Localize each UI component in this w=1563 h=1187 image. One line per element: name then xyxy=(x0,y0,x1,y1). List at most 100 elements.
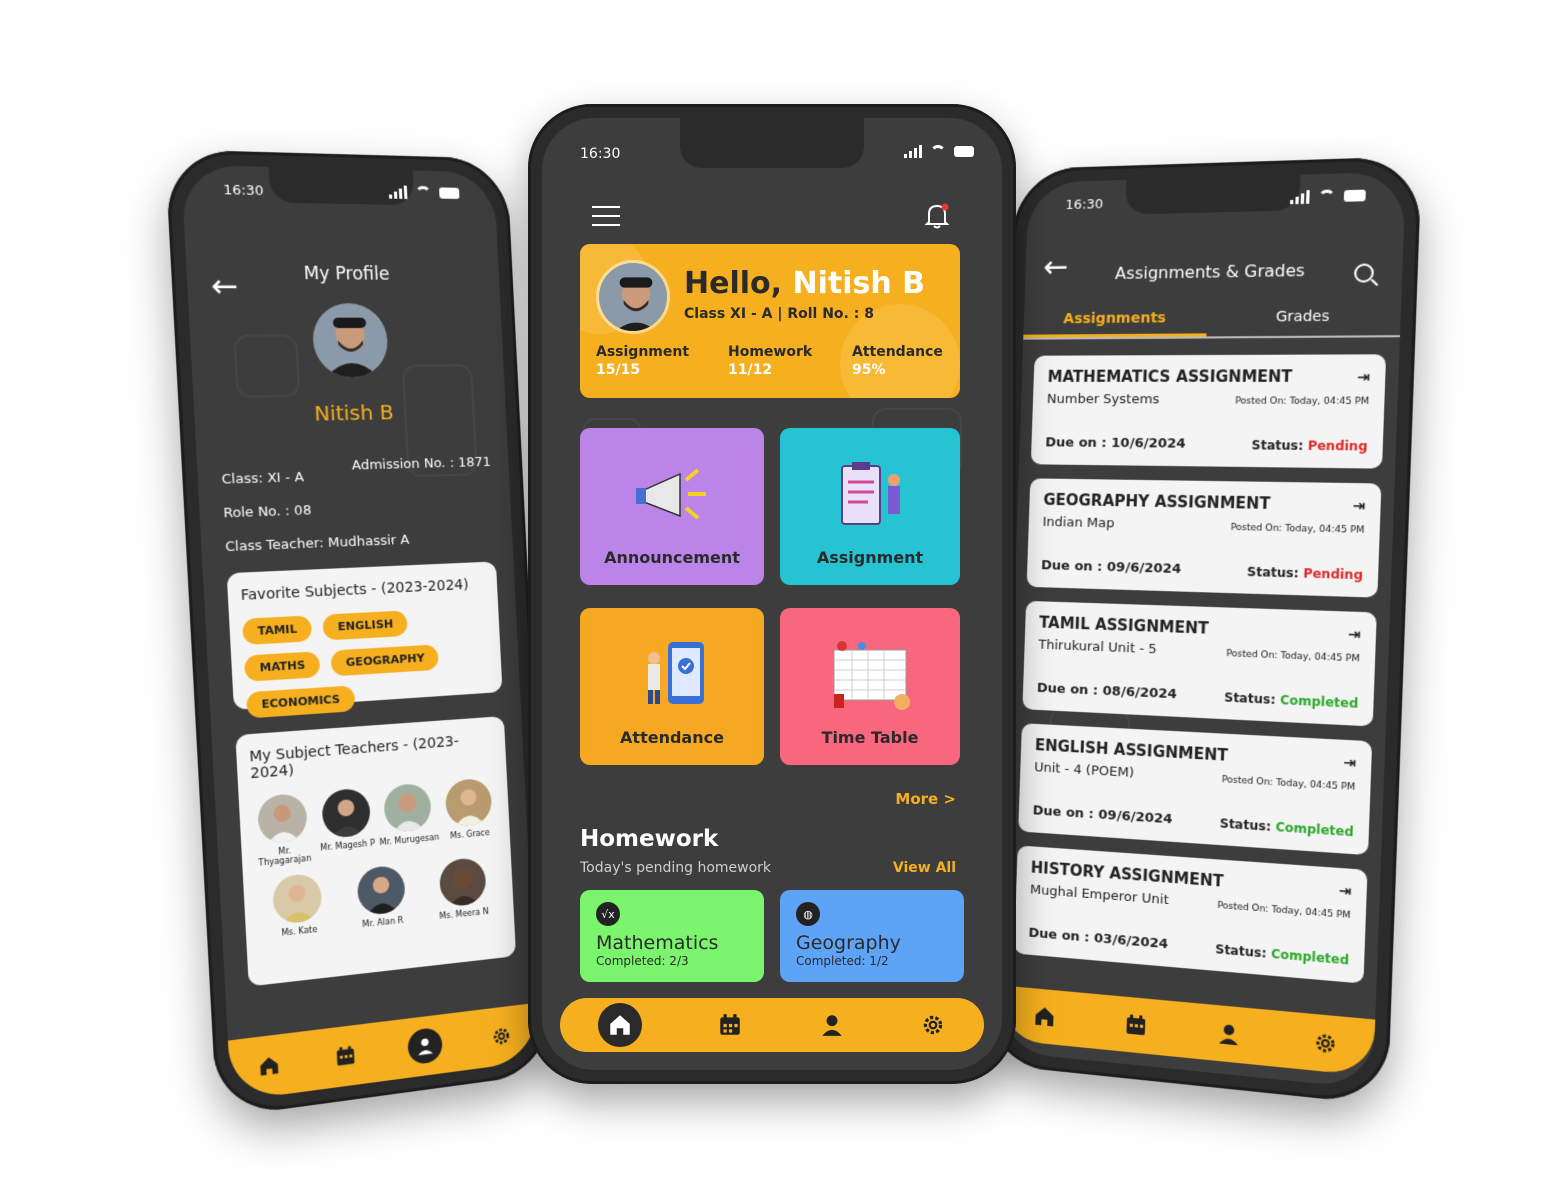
teacher-item[interactable]: Ms. Grace xyxy=(437,777,500,851)
teacher-avatar xyxy=(272,872,324,925)
stat-value: 11/12 xyxy=(728,362,773,378)
settings-icon[interactable] xyxy=(920,1012,946,1038)
subject-chip[interactable]: ENGLISH xyxy=(322,610,409,641)
open-icon[interactable]: ⇥ xyxy=(1338,883,1351,901)
greeting-card: Hello, Nitish B Class XI - A | Roll No. … xyxy=(580,244,960,398)
assignment-card[interactable]: MATHEMATICS ASSIGNMENT Number Systems Po… xyxy=(1030,354,1387,469)
status-time: 16:30 xyxy=(580,146,621,162)
status-completed: Completed xyxy=(1279,692,1359,711)
phone-home: 16:30 Hello, Nitish B Class XI - A | Rol… xyxy=(528,104,1016,1084)
homework-card-geography[interactable]: ◍ Geography Completed: 1/2 xyxy=(780,890,964,982)
calendar-icon[interactable] xyxy=(332,1041,360,1071)
favorite-subjects-card: Favorite Subjects - (2023-2024) TAMIL EN… xyxy=(226,561,503,719)
teacher-item[interactable]: Mr. Alan R xyxy=(349,864,414,931)
profile-icon[interactable] xyxy=(1215,1019,1243,1048)
teacher-list: Mr. Thyagarajan Mr. Magesh P Mr. Muruges… xyxy=(243,776,510,951)
battery-icon xyxy=(954,145,974,157)
stat-homework: Homework 11/12 xyxy=(728,344,812,378)
calendar-icon[interactable] xyxy=(1122,1011,1149,1040)
avatar xyxy=(596,260,670,334)
wifi-icon xyxy=(414,185,432,199)
homework-card-mathematics[interactable]: √x Mathematics Completed: 2/3 xyxy=(580,890,764,982)
status-time: 16:30 xyxy=(223,182,264,200)
subject-chip[interactable]: GEOGRAPHY xyxy=(330,644,440,677)
view-all-link[interactable]: View All xyxy=(893,860,956,876)
teacher-name: Mr. Thyagarajan xyxy=(258,846,312,868)
tile-announcement[interactable]: Announcement xyxy=(580,428,764,585)
class-roll: Class XI - A | Roll No. : 8 xyxy=(684,306,874,322)
notch xyxy=(1125,174,1300,215)
teacher-item[interactable]: Ms. Meera N xyxy=(431,856,494,922)
teacher-avatar xyxy=(444,777,493,828)
bottom-nav xyxy=(560,998,984,1052)
notification-bell-icon[interactable] xyxy=(922,200,952,230)
subject-chip[interactable]: ECONOMICS xyxy=(245,685,356,719)
battery-icon xyxy=(1343,189,1366,202)
homework-subject: Mathematics xyxy=(596,932,719,954)
stat-label: Assignment xyxy=(596,344,690,360)
profile-icon[interactable] xyxy=(819,1012,845,1038)
menu-icon[interactable] xyxy=(592,206,620,233)
search-icon[interactable] xyxy=(1353,263,1375,283)
home-icon[interactable] xyxy=(1031,1002,1058,1031)
globe-icon: ◍ xyxy=(796,902,820,926)
tab-grades[interactable]: Grades xyxy=(1206,299,1401,336)
homework-progress: Completed: 2/3 xyxy=(596,954,689,968)
assignment-card[interactable]: HISTORY ASSIGNMENT Mughal Emperor Unit P… xyxy=(1014,845,1368,984)
class-teacher-info: Class Teacher: Mudhassir A xyxy=(224,532,410,556)
assignment-due: Due on : 10/6/2024 xyxy=(1045,435,1186,452)
assignment-due: Due on : 09/6/2024 xyxy=(1032,803,1173,828)
tab-bar: Assignments Grades xyxy=(1023,299,1402,340)
open-icon[interactable]: ⇥ xyxy=(1348,626,1361,643)
status-completed: Completed xyxy=(1275,819,1354,840)
assignment-due: Due on : 09/6/2024 xyxy=(1040,558,1182,578)
teacher-name: Mr. Alan R xyxy=(362,915,404,930)
homework-subtitle: Today's pending homework xyxy=(580,860,772,876)
bottom-nav xyxy=(227,1002,539,1102)
status-time: 16:30 xyxy=(1065,196,1104,214)
profile-icon[interactable] xyxy=(406,1026,443,1066)
tile-attendance[interactable]: Attendance xyxy=(580,608,764,765)
home-screen: 16:30 Hello, Nitish B Class XI - A | Rol… xyxy=(542,118,1002,1070)
roll-info: Role No. : 08 xyxy=(223,502,312,522)
open-icon[interactable]: ⇥ xyxy=(1357,369,1370,386)
home-icon[interactable] xyxy=(254,1051,283,1082)
open-icon[interactable]: ⇥ xyxy=(1352,498,1365,515)
homework-subject: Geography xyxy=(796,932,901,954)
signal-icon xyxy=(388,184,408,199)
teacher-item[interactable]: Mr. Magesh P xyxy=(313,787,379,862)
assignment-card[interactable]: GEOGRAPHY ASSIGNMENT Indian Map Posted O… xyxy=(1026,478,1382,598)
tab-assignments[interactable]: Assignments xyxy=(1023,301,1208,338)
calendar-icon[interactable] xyxy=(717,1012,743,1038)
status-completed: Completed xyxy=(1270,946,1350,968)
tile-label: Announcement xyxy=(604,548,740,567)
subject-chip[interactable]: TAMIL xyxy=(242,615,313,646)
status-label: Status: xyxy=(1215,941,1267,961)
tile-time-table[interactable]: Time Table xyxy=(780,608,960,765)
doodle xyxy=(233,334,301,398)
megaphone-icon xyxy=(636,468,706,520)
tile-assignment[interactable]: Assignment xyxy=(780,428,960,585)
teacher-name: Ms. Grace xyxy=(450,827,490,841)
teacher-name: Mr. Murugesan xyxy=(379,832,440,848)
teacher-avatar xyxy=(356,864,406,917)
settings-icon[interactable] xyxy=(1311,1028,1340,1058)
tile-label: Assignment xyxy=(816,548,924,567)
more-link[interactable]: More > xyxy=(895,790,956,808)
greeting-word: Hello, xyxy=(684,266,783,301)
open-icon[interactable]: ⇥ xyxy=(1343,755,1356,773)
assignment-due: Due on : 03/6/2024 xyxy=(1028,925,1169,953)
home-icon[interactable] xyxy=(597,1003,642,1047)
teacher-item[interactable]: Mr. Murugesan xyxy=(376,782,441,857)
page-title: My Profile xyxy=(303,263,391,285)
assignment-card[interactable]: ENGLISH ASSIGNMENT Unit - 4 (POEM) Poste… xyxy=(1018,723,1373,856)
status-label: Status: xyxy=(1223,690,1276,708)
assignment-card[interactable]: TAMIL ASSIGNMENT Thirukural Unit - 5 Pos… xyxy=(1022,600,1377,727)
subject-teachers-title: My Subject Teachers - (2023-2024) xyxy=(248,733,460,783)
teacher-item[interactable]: Mr. Thyagarajan xyxy=(249,792,317,868)
subject-chip[interactable]: MATHS xyxy=(243,651,321,682)
teacher-item[interactable]: Ms. Kate xyxy=(265,872,332,940)
tile-label: Attendance xyxy=(620,728,724,747)
settings-icon[interactable] xyxy=(488,1022,515,1051)
stat-attendance: Attendance 95% xyxy=(852,344,943,378)
